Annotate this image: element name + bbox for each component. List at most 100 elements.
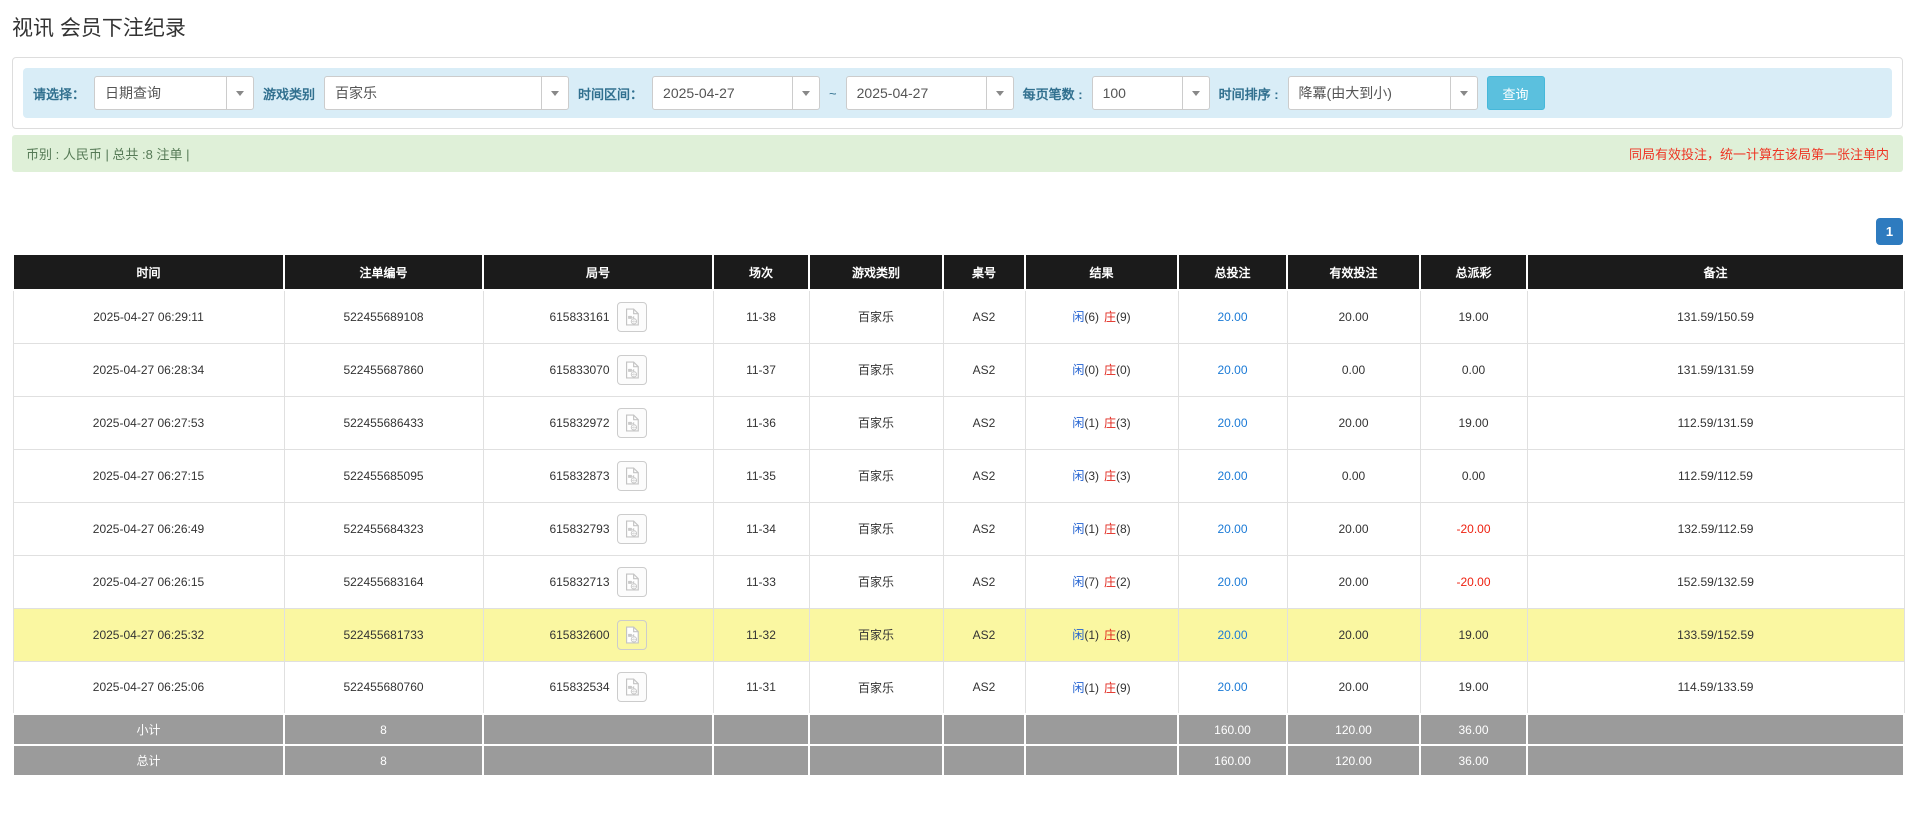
cell-remark: 132.59/112.59 — [1526, 501, 1905, 556]
table-row[interactable]: 2025-04-27 06:29:11 522455689108 6158331… — [12, 289, 1905, 344]
total-bet-link[interactable]: 20.00 — [1217, 575, 1247, 589]
table-row[interactable]: 2025-04-27 06:25:32 522455681733 6158326… — [12, 607, 1905, 662]
date-to-caret-button[interactable] — [985, 77, 1013, 109]
round-number: 615832713 — [549, 574, 610, 589]
date-from-value[interactable] — [653, 77, 793, 109]
total-bet-link[interactable]: 20.00 — [1217, 522, 1247, 536]
filter-bar: 请选择： 游戏类别 时间区间： ~ 每页笔数 : — [23, 68, 1892, 118]
cell-result: 闲(1) 庄(8) — [1024, 501, 1179, 556]
game-type-caret-button[interactable] — [541, 77, 568, 109]
cell-valid-bet: 20.00 — [1286, 660, 1421, 715]
video-replay-button[interactable] — [616, 566, 647, 597]
result-banker-label: 庄 — [1104, 416, 1117, 430]
cell-remark: 131.59/150.59 — [1526, 289, 1905, 344]
video-replay-button[interactable] — [616, 672, 647, 703]
sort-value[interactable] — [1288, 77, 1450, 109]
currency-total-text: 币别 : 人民币 | 总共 :8 注单 | — [26, 147, 190, 162]
cell-remark: 133.59/152.59 — [1526, 607, 1905, 662]
cell-bet-id: 522455686433 — [283, 395, 484, 450]
cell-time: 2025-04-27 06:28:34 — [12, 342, 285, 397]
result-banker-label: 庄 — [1104, 522, 1117, 536]
query-type-value[interactable] — [95, 77, 227, 109]
total-count: 8 — [283, 744, 484, 777]
cell-bet-id: 522455687860 — [283, 342, 484, 397]
cell-time: 2025-04-27 06:25:32 — [12, 607, 285, 662]
result-banker-label: 庄 — [1104, 363, 1117, 377]
table-row[interactable]: 2025-04-27 06:28:34 522455687860 6158330… — [12, 342, 1905, 397]
table-row[interactable]: 2025-04-27 06:27:15 522455685095 6158328… — [12, 448, 1905, 503]
cell-remark: 131.59/131.59 — [1526, 342, 1905, 397]
cell-session: 11-31 — [712, 660, 810, 715]
cell-payout: 19.00 — [1419, 660, 1528, 715]
page-size-value[interactable] — [1092, 77, 1182, 109]
subtotal-label: 小计 — [12, 713, 285, 746]
table-row[interactable]: 2025-04-27 06:26:49 522455684323 6158327… — [12, 501, 1905, 556]
header-remark: 备注 — [1526, 253, 1905, 291]
result-banker-score: (9) — [1116, 310, 1131, 325]
header-payout: 总派彩 — [1419, 253, 1528, 291]
cell-session: 11-37 — [712, 342, 810, 397]
cell-remark: 114.59/133.59 — [1526, 660, 1905, 715]
query-type-select[interactable] — [94, 76, 255, 110]
header-game-type: 游戏类别 — [808, 253, 944, 291]
result-player-label: 闲 — [1072, 575, 1085, 589]
total-bet-link[interactable]: 20.00 — [1217, 416, 1247, 430]
cell-table-no: AS2 — [942, 448, 1026, 503]
cell-session: 11-32 — [712, 607, 810, 662]
total-bet-link[interactable]: 20.00 — [1217, 680, 1247, 694]
game-type-select[interactable] — [324, 76, 570, 110]
date-to-picker[interactable] — [845, 76, 1014, 110]
date-from-caret-button[interactable] — [792, 77, 819, 109]
table-row[interactable]: 2025-04-27 06:26:15 522455683164 6158327… — [12, 554, 1905, 609]
total-bet-link[interactable]: 20.00 — [1217, 469, 1247, 483]
subtotal-empty — [1526, 713, 1905, 746]
result-player-score: (1) — [1084, 628, 1099, 642]
result-player-score: (1) — [1084, 522, 1099, 536]
subtotal-empty — [808, 713, 944, 746]
chevron-down-icon — [1191, 90, 1200, 96]
header-session: 场次 — [712, 253, 810, 291]
cell-total-bet: 20.00 — [1177, 395, 1288, 450]
page-1-button[interactable]: 1 — [1876, 218, 1903, 245]
video-replay-button[interactable] — [616, 460, 647, 491]
sort-select[interactable] — [1287, 76, 1478, 110]
date-to-value[interactable] — [846, 77, 986, 109]
cell-game-type: 百家乐 — [808, 395, 944, 450]
round-number: 615833070 — [549, 362, 610, 377]
header-total-bet: 总投注 — [1177, 253, 1288, 291]
cell-bet-id: 522455681733 — [283, 607, 484, 662]
video-replay-button[interactable] — [616, 354, 647, 385]
total-bet-link[interactable]: 20.00 — [1217, 628, 1247, 642]
header-time: 时间 — [12, 253, 285, 291]
result-banker-label: 庄 — [1104, 310, 1117, 325]
total-bet-link[interactable]: 20.00 — [1217, 363, 1247, 377]
game-type-value[interactable] — [325, 77, 542, 109]
chevron-down-icon — [551, 90, 560, 96]
cell-remark: 112.59/112.59 — [1526, 448, 1905, 503]
table-row[interactable]: 2025-04-27 06:25:06 522455680760 6158325… — [12, 660, 1905, 715]
result-player-score: (1) — [1084, 416, 1099, 430]
cell-round: 615833070 — [482, 342, 714, 397]
page-size-select[interactable] — [1091, 76, 1210, 110]
chevron-down-icon — [802, 90, 811, 96]
search-button[interactable]: 查询 — [1486, 76, 1545, 110]
round-number: 615833161 — [549, 309, 610, 324]
cell-payout: 19.00 — [1419, 607, 1528, 662]
date-from-picker[interactable] — [652, 76, 821, 110]
cell-time: 2025-04-27 06:29:11 — [12, 289, 285, 344]
chevron-down-icon — [236, 90, 245, 96]
cell-bet-id: 522455684323 — [283, 501, 484, 556]
cell-payout: 19.00 — [1419, 395, 1528, 450]
total-bet-link[interactable]: 20.00 — [1217, 310, 1247, 324]
video-replay-button[interactable] — [616, 513, 647, 544]
cell-result: 闲(1) 庄(8) — [1024, 607, 1179, 662]
video-replay-button[interactable] — [616, 619, 647, 650]
query-type-caret-button[interactable] — [226, 77, 253, 109]
sort-caret-button[interactable] — [1449, 77, 1477, 109]
video-replay-button[interactable] — [616, 407, 647, 438]
cell-table-no: AS2 — [942, 501, 1026, 556]
cell-game-type: 百家乐 — [808, 607, 944, 662]
page-size-caret-button[interactable] — [1181, 77, 1209, 109]
video-replay-button[interactable] — [616, 301, 647, 332]
table-row[interactable]: 2025-04-27 06:27:53 522455686433 6158329… — [12, 395, 1905, 450]
